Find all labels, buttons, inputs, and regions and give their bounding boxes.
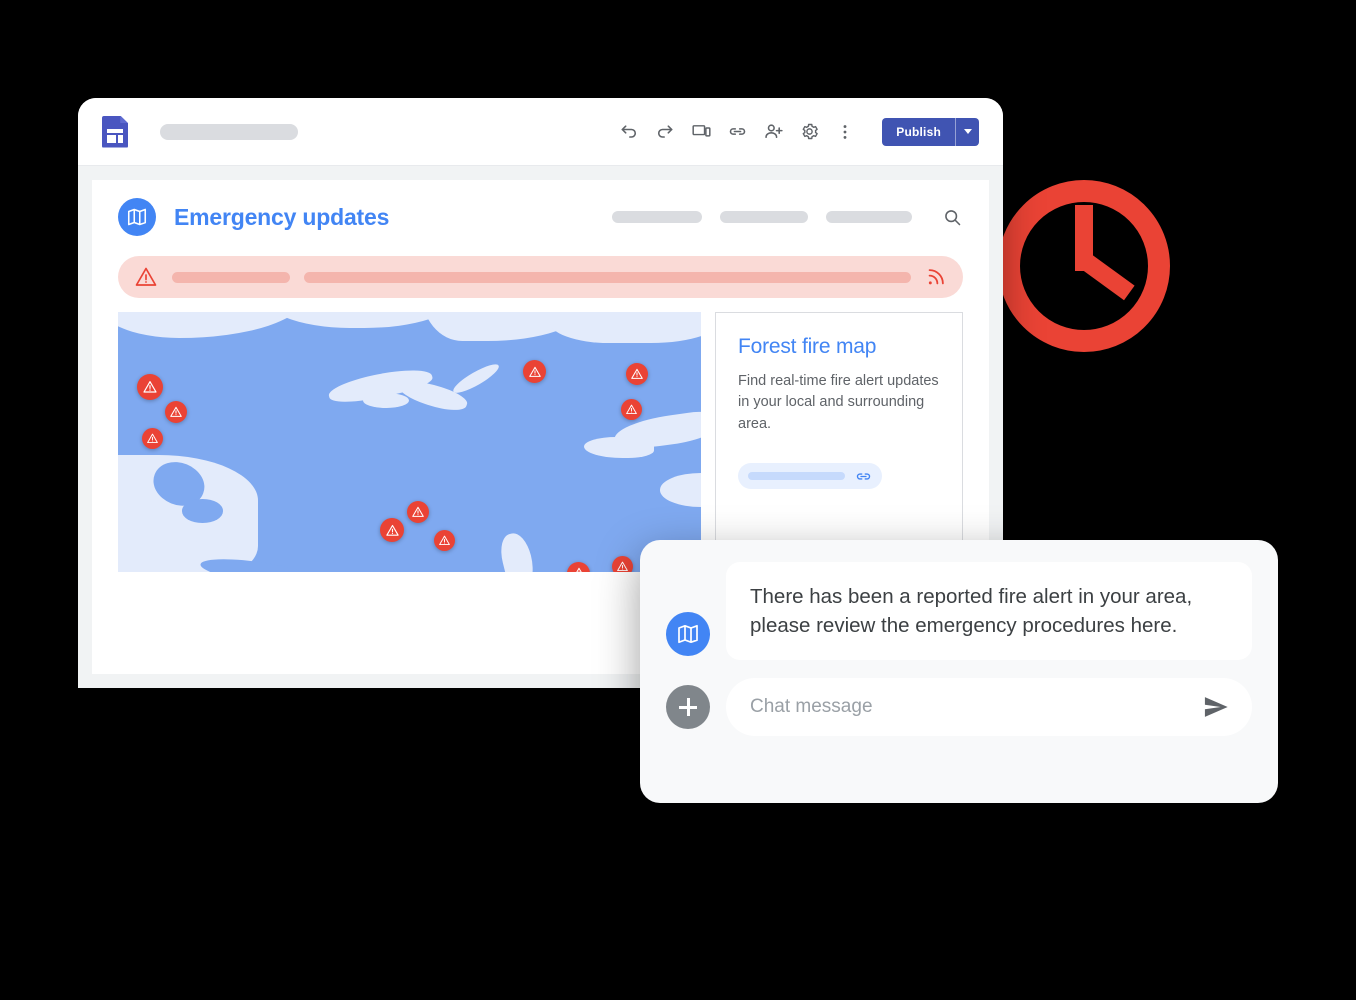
link-icon[interactable] [724, 119, 750, 145]
rss-icon[interactable] [925, 266, 947, 288]
add-person-icon[interactable] [760, 119, 786, 145]
document-title-input[interactable] [160, 123, 298, 140]
fire-alert-marker[interactable] [165, 401, 188, 424]
card-body-text: Find real-time fire alert updates in you… [738, 373, 939, 432]
search-icon[interactable] [942, 207, 963, 228]
link-chain-icon [855, 468, 872, 485]
map-icon [666, 612, 710, 657]
fire-alert-marker[interactable] [611, 556, 633, 572]
alert-text-placeholder-1 [172, 271, 290, 283]
fire-alert-marker[interactable] [137, 374, 164, 401]
forest-fire-map[interactable] [118, 312, 701, 572]
card-link-button[interactable] [738, 463, 882, 490]
fire-alert-marker[interactable] [433, 530, 455, 552]
fire-alert-marker[interactable] [407, 501, 430, 524]
nav-item-placeholder-3[interactable] [826, 211, 912, 223]
forest-fire-map-card: Forest fire map Find real-time fire aler… [715, 312, 963, 572]
nav-item-placeholder-1[interactable] [612, 211, 702, 223]
fire-alert-marker[interactable] [523, 360, 547, 384]
plus-icon[interactable] [666, 685, 710, 730]
card-title: Forest fire map [738, 335, 877, 358]
page-title: Emergency updates [174, 203, 390, 230]
clock-icon [998, 180, 1170, 352]
settings-gear-icon[interactable] [796, 119, 822, 145]
chat-message-bubble: There has been a reported fire alert in … [726, 562, 1252, 661]
chat-input-row [666, 678, 1252, 737]
emergency-alert-banner [118, 256, 963, 298]
publish-button-group: Publish [882, 117, 979, 146]
more-vert-icon[interactable] [832, 119, 858, 145]
chat-input-container[interactable] [726, 678, 1252, 737]
chat-widget: There has been a reported fire alert in … [640, 540, 1278, 803]
fire-alert-marker[interactable] [625, 363, 648, 386]
warning-triangle-icon [134, 265, 158, 289]
toolbar-actions: Publish [616, 117, 979, 146]
fire-alert-marker[interactable] [620, 399, 642, 420]
undo-icon[interactable] [616, 119, 642, 145]
site-nav [612, 207, 963, 228]
fire-alert-marker[interactable] [142, 427, 164, 449]
site-header: Emergency updates [92, 180, 989, 246]
map-icon [118, 198, 156, 236]
alert-text-placeholder-2 [304, 271, 911, 283]
redo-icon[interactable] [652, 119, 678, 145]
chat-input[interactable] [750, 696, 1202, 719]
google-sites-icon [102, 115, 128, 148]
send-icon[interactable] [1202, 693, 1230, 721]
chat-message-row: There has been a reported fire alert in … [666, 562, 1252, 661]
page-content-row: Forest fire map Find real-time fire aler… [92, 312, 989, 572]
publish-button[interactable]: Publish [882, 118, 955, 146]
editor-toolbar: Publish [78, 98, 1003, 166]
screenshot-stage: Publish Emergency updates Forest fire ma… [0, 0, 1356, 1000]
fire-alert-marker[interactable] [567, 561, 591, 572]
nav-item-placeholder-2[interactable] [720, 211, 808, 223]
publish-dropdown-icon[interactable] [955, 117, 979, 146]
preview-icon[interactable] [688, 119, 714, 145]
fire-alert-marker[interactable] [380, 518, 404, 543]
link-label-placeholder [748, 472, 845, 481]
